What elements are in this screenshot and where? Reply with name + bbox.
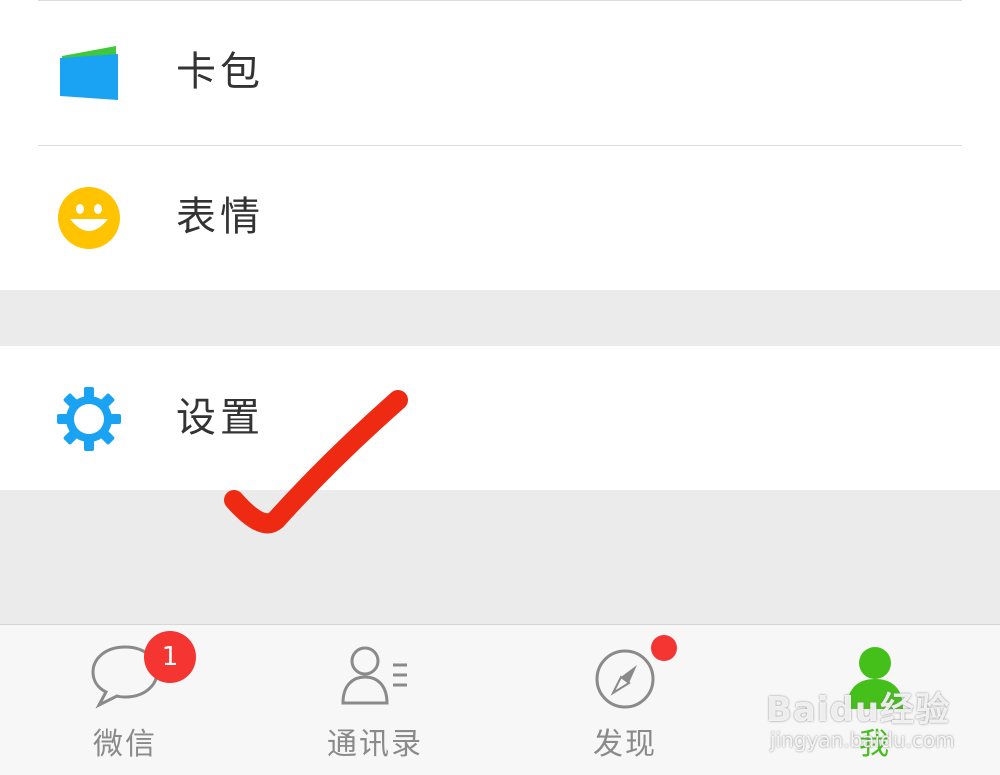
- notification-dot: [651, 635, 677, 661]
- tab-chats[interactable]: 1 微信: [0, 625, 250, 775]
- unread-badge: 1: [144, 631, 196, 683]
- watermark-logo-text: Baidu经验: [766, 690, 951, 730]
- contacts-icon: [341, 646, 407, 705]
- tab-discover[interactable]: 发现: [500, 625, 750, 775]
- tab-contacts[interactable]: 通讯录: [250, 625, 500, 775]
- tab-label: 发现: [593, 727, 657, 762]
- tab-label: 微信: [93, 727, 157, 762]
- baidu-watermark: Baidu经验 jingyan.baidu.com: [766, 682, 986, 762]
- tab-label: 通讯录: [327, 727, 423, 762]
- watermark-url: jingyan.baidu.com: [770, 728, 955, 752]
